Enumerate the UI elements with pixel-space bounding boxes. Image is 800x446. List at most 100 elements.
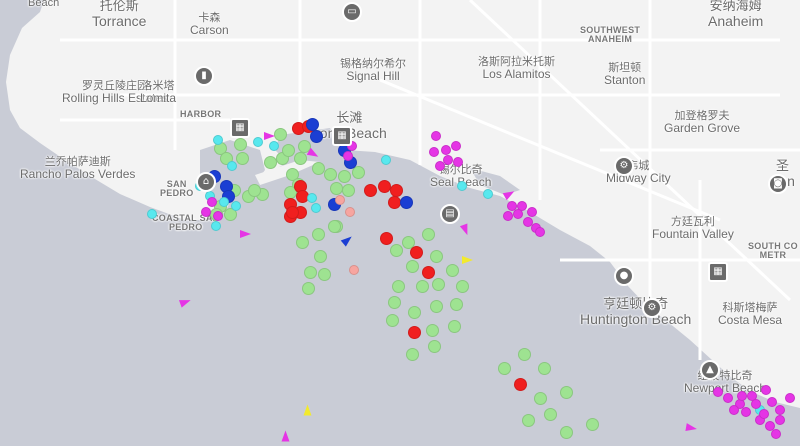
building-icon[interactable]: ▦ <box>230 118 250 138</box>
magenta-vessel-cluster[interactable] <box>775 415 785 425</box>
green-vessel-cluster[interactable] <box>559 385 573 399</box>
magenta-vessel-cluster[interactable] <box>771 429 781 439</box>
green-vessel-cluster[interactable] <box>427 339 441 353</box>
green-vessel-cluster[interactable] <box>455 279 469 293</box>
green-vessel-cluster[interactable] <box>235 151 249 165</box>
green-vessel-cluster[interactable] <box>445 263 459 277</box>
green-vessel-cluster[interactable] <box>533 391 547 405</box>
truck-icon[interactable]: ▭ <box>342 2 362 22</box>
vessel-arrow[interactable] <box>281 430 290 442</box>
ship-traffic-map[interactable]: Beach 托伦斯 Torrance 卡森 Carson SOUTHWEST ANAHEIM… <box>0 0 800 446</box>
magenta-vessel-cluster[interactable] <box>503 211 513 221</box>
vessel-arrow[interactable] <box>303 404 312 416</box>
green-vessel-cluster[interactable] <box>301 281 315 295</box>
port-icon[interactable]: ▤ <box>440 204 460 224</box>
vessel-arrow[interactable] <box>240 230 251 238</box>
green-vessel-cluster[interactable] <box>585 417 599 431</box>
green-vessel-cluster[interactable] <box>337 169 351 183</box>
green-vessel-cluster[interactable] <box>233 137 247 151</box>
green-vessel-cluster[interactable] <box>263 155 277 169</box>
cyan-vessel-cluster[interactable] <box>147 209 157 219</box>
green-vessel-cluster[interactable] <box>405 347 419 361</box>
magenta-vessel-cluster[interactable] <box>451 141 461 151</box>
green-vessel-cluster[interactable] <box>497 361 511 375</box>
green-vessel-cluster[interactable] <box>429 299 443 313</box>
green-vessel-cluster[interactable] <box>311 227 325 241</box>
cyan-vessel-cluster[interactable] <box>381 155 391 165</box>
green-vessel-cluster[interactable] <box>317 267 331 281</box>
cyan-vessel-cluster[interactable] <box>253 137 263 147</box>
green-vessel-cluster[interactable] <box>341 183 355 197</box>
vessel-arrow[interactable] <box>685 423 698 433</box>
green-vessel-cluster[interactable] <box>295 235 309 249</box>
magenta-vessel-cluster[interactable] <box>737 391 747 401</box>
green-vessel-cluster[interactable] <box>281 143 295 157</box>
gear-icon[interactable]: ⚙ <box>614 156 634 176</box>
cyan-vessel-cluster[interactable] <box>307 193 317 203</box>
green-vessel-cluster[interactable] <box>429 249 443 263</box>
pink-vessel-cluster[interactable] <box>335 195 345 205</box>
green-vessel-cluster[interactable] <box>293 151 307 165</box>
cyan-vessel-cluster[interactable] <box>457 181 467 191</box>
green-vessel-cluster[interactable] <box>449 297 463 311</box>
pink-vessel-cluster[interactable] <box>345 207 355 217</box>
magenta-vessel-cluster[interactable] <box>201 207 211 217</box>
green-vessel-cluster[interactable] <box>521 413 535 427</box>
red-vessel-cluster[interactable] <box>513 377 527 391</box>
green-vessel-cluster[interactable] <box>303 265 317 279</box>
green-vessel-cluster[interactable] <box>327 219 341 233</box>
magenta-vessel-cluster[interactable] <box>723 393 733 403</box>
green-vessel-cluster[interactable] <box>389 243 403 257</box>
magenta-vessel-cluster[interactable] <box>761 385 771 395</box>
lock-icon[interactable]: ▲ <box>700 360 720 380</box>
green-vessel-cluster[interactable] <box>247 183 261 197</box>
red-vessel-cluster[interactable] <box>285 205 299 219</box>
green-vessel-cluster[interactable] <box>385 313 399 327</box>
green-vessel-cluster[interactable] <box>407 305 421 319</box>
green-vessel-cluster[interactable] <box>391 279 405 293</box>
building-icon[interactable]: ▦ <box>708 262 728 282</box>
green-vessel-cluster[interactable] <box>559 425 573 439</box>
green-vessel-cluster[interactable] <box>543 407 557 421</box>
green-vessel-cluster[interactable] <box>405 259 419 273</box>
help-icon[interactable]: ● <box>614 266 634 286</box>
cyan-vessel-cluster[interactable] <box>213 135 223 145</box>
green-vessel-cluster[interactable] <box>311 161 325 175</box>
green-vessel-cluster[interactable] <box>421 227 435 241</box>
cyan-vessel-cluster[interactable] <box>269 141 279 151</box>
magenta-vessel-cluster[interactable] <box>343 151 353 161</box>
green-vessel-cluster[interactable] <box>415 279 429 293</box>
cyan-vessel-cluster[interactable] <box>219 197 229 207</box>
marina-icon[interactable]: ⌂ <box>196 172 216 192</box>
magenta-vessel-cluster[interactable] <box>441 145 451 155</box>
magenta-vessel-cluster[interactable] <box>453 157 463 167</box>
cyan-vessel-cluster[interactable] <box>211 221 221 231</box>
green-vessel-cluster[interactable] <box>313 249 327 263</box>
magenta-vessel-cluster[interactable] <box>785 393 795 403</box>
magenta-vessel-cluster[interactable] <box>775 405 785 415</box>
vessel-arrow[interactable] <box>462 256 473 264</box>
magenta-vessel-cluster[interactable] <box>713 387 723 397</box>
green-vessel-cluster[interactable] <box>425 323 439 337</box>
green-vessel-cluster[interactable] <box>431 277 445 291</box>
blue-vessel-cluster[interactable] <box>399 195 413 209</box>
red-vessel-cluster[interactable] <box>421 265 435 279</box>
magenta-vessel-cluster[interactable] <box>431 131 441 141</box>
red-vessel-cluster[interactable] <box>407 325 421 339</box>
magenta-vessel-cluster[interactable] <box>729 405 739 415</box>
green-vessel-cluster[interactable] <box>329 181 343 195</box>
cyan-vessel-cluster[interactable] <box>231 201 241 211</box>
magenta-vessel-cluster[interactable] <box>751 399 761 409</box>
shopping-icon[interactable]: ▮ <box>194 66 214 86</box>
magenta-vessel-cluster[interactable] <box>213 211 223 221</box>
cyan-vessel-cluster[interactable] <box>227 161 237 171</box>
pink-vessel-cluster[interactable] <box>349 265 359 275</box>
red-vessel-cluster[interactable] <box>389 183 403 197</box>
magenta-vessel-cluster[interactable] <box>513 209 523 219</box>
cyan-vessel-cluster[interactable] <box>311 203 321 213</box>
red-vessel-cluster[interactable] <box>387 195 401 209</box>
red-vessel-cluster[interactable] <box>363 183 377 197</box>
green-vessel-cluster[interactable] <box>537 361 551 375</box>
red-vessel-cluster[interactable] <box>379 231 393 245</box>
green-vessel-cluster[interactable] <box>273 127 287 141</box>
